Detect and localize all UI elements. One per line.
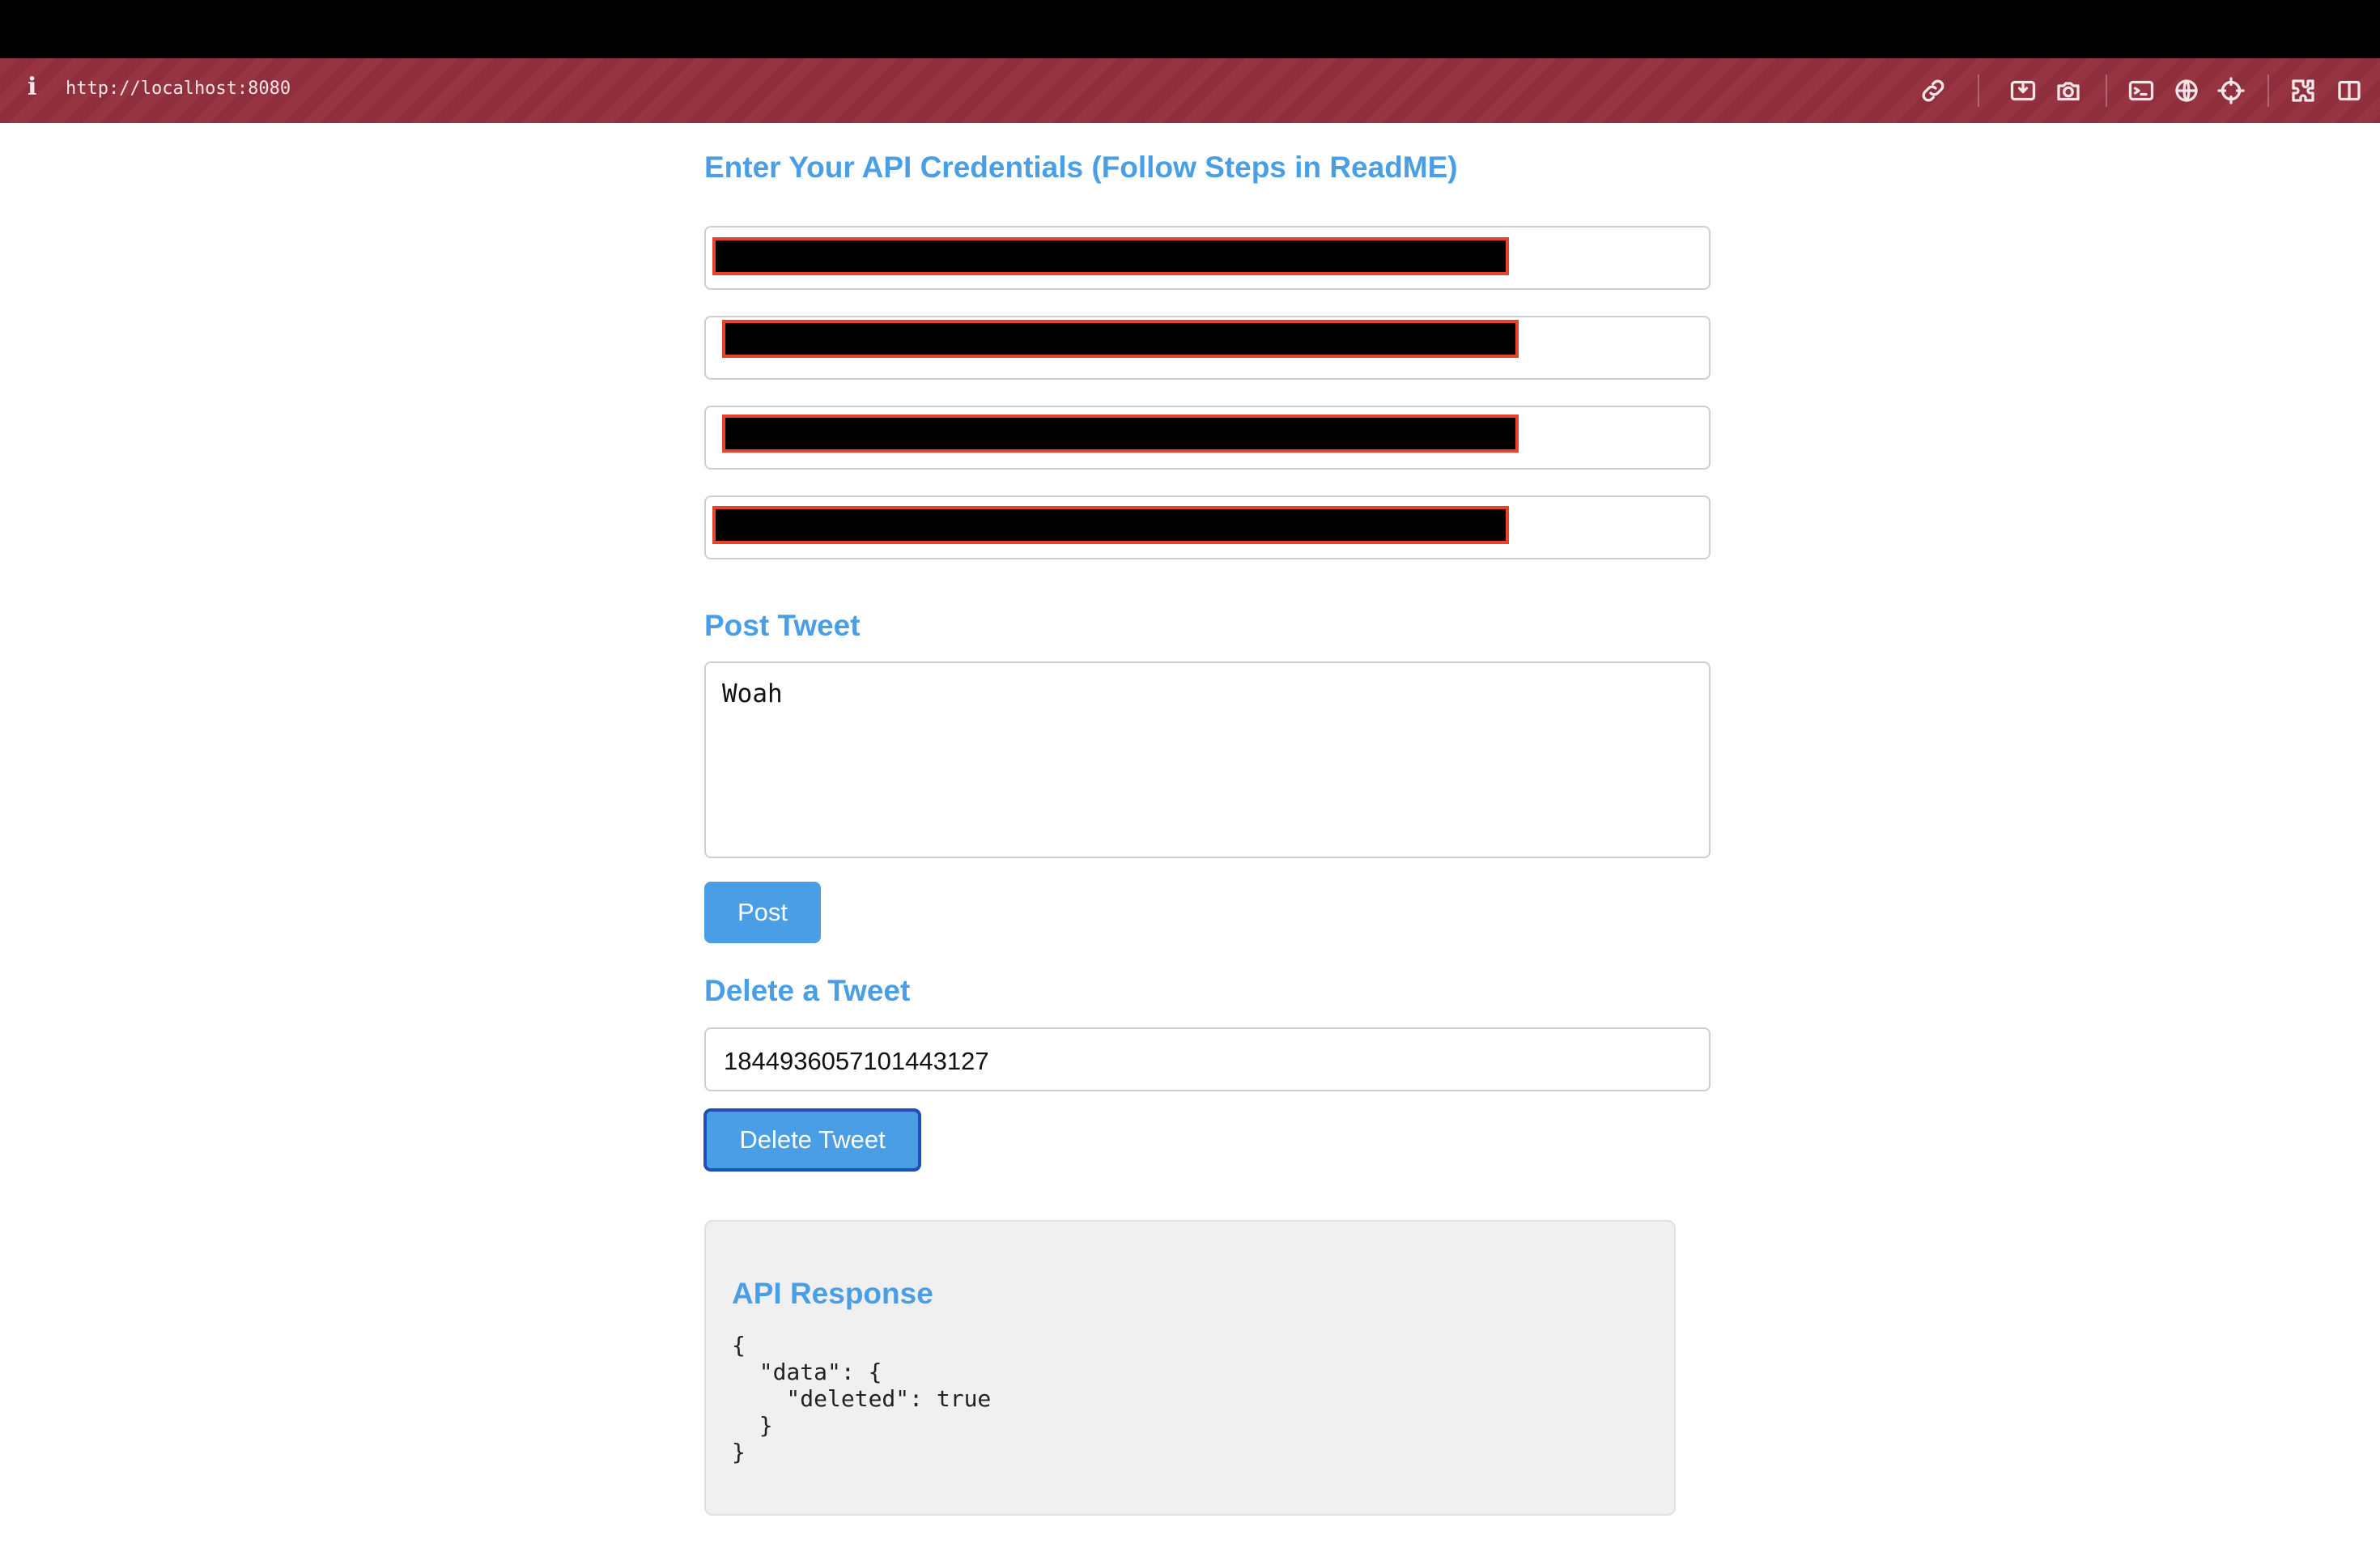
api-secret-field[interactable] [704, 316, 1711, 380]
sidebar-icon[interactable] [2335, 76, 2364, 105]
tweet-text: Woah [722, 679, 783, 708]
url-bar[interactable]: http://localhost:8080 [66, 79, 291, 99]
api-response-panel: API Response { "data": { "deleted": true… [704, 1220, 1676, 1516]
api-response-heading: API Response [732, 1277, 933, 1310]
crosshair-icon[interactable] [2216, 76, 2246, 105]
camera-icon[interactable] [2054, 76, 2083, 105]
extensions-icon[interactable] [2289, 76, 2318, 105]
screenshot-area-icon[interactable] [2008, 76, 2038, 105]
toolbar-divider [2106, 74, 2107, 107]
delete-tweet-heading: Delete a Tweet [704, 974, 911, 1007]
browser-toolbar: i http://localhost:8080 [0, 58, 2380, 123]
access-token-field[interactable] [704, 406, 1711, 470]
tweet-id-value: 1844936057101443127 [724, 1047, 989, 1075]
globe-icon[interactable] [2172, 76, 2201, 105]
toolbar-divider [1978, 74, 1979, 107]
tweet-textarea[interactable]: Woah [704, 661, 1711, 858]
tweet-id-input[interactable]: 1844936057101443127 [704, 1027, 1711, 1091]
redaction-box [712, 506, 1509, 544]
terminal-icon[interactable] [2127, 76, 2156, 105]
api-response-json: { "data": { "deleted": true } } [732, 1332, 992, 1465]
os-menu-bar [0, 0, 2380, 58]
api-key-field[interactable] [704, 226, 1711, 290]
redaction-box [722, 415, 1519, 453]
delete-tweet-button[interactable]: Delete Tweet [704, 1109, 920, 1171]
info-icon[interactable]: i [28, 73, 36, 101]
post-button[interactable]: Post [704, 882, 821, 943]
toolbar-divider [2267, 74, 2269, 107]
credentials-heading: Enter Your API Credentials (Follow Steps… [704, 151, 1458, 184]
link-icon[interactable] [1919, 76, 1948, 105]
post-tweet-heading: Post Tweet [704, 609, 861, 642]
redaction-box [722, 320, 1519, 358]
access-token-secret-field[interactable] [704, 495, 1711, 559]
redaction-box [712, 237, 1509, 275]
